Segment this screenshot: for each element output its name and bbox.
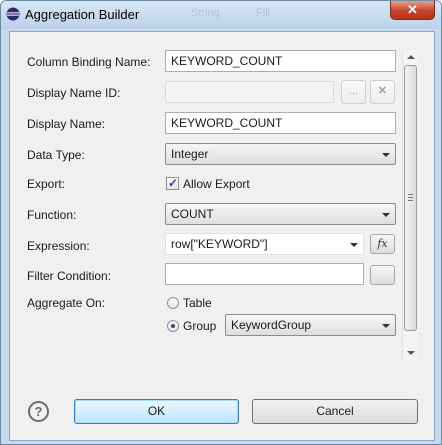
column-binding-name-label: Column Binding Name: (27, 55, 151, 69)
vertical-scrollbar[interactable] (402, 51, 418, 361)
close-button[interactable]: ✕ (390, 1, 435, 20)
aggregate-on-table-radio[interactable] (167, 297, 179, 309)
function-fx-icon: fx (377, 237, 388, 250)
chevron-down-icon (382, 153, 390, 157)
expression-label: Expression: (27, 239, 90, 253)
window-title: Aggregation Builder (25, 7, 140, 22)
cancel-button[interactable]: Cancel (252, 399, 418, 424)
expression-value: row["KEYWORD"] (171, 237, 268, 251)
function-label: Function: (27, 208, 77, 222)
filter-condition-input[interactable] (165, 263, 364, 285)
chevron-down-icon (382, 213, 390, 217)
display-name-input[interactable]: KEYWORD_COUNT (165, 112, 396, 134)
function-value: COUNT (171, 207, 214, 221)
data-type-value: Integer (171, 147, 209, 161)
scroll-thumb[interactable] (404, 65, 417, 331)
column-binding-name-input[interactable]: KEYWORD_COUNT (165, 50, 396, 72)
display-name-id-input[interactable] (165, 81, 334, 103)
group-select[interactable]: KeywordGroup (225, 314, 396, 336)
radio-selected-dot (171, 324, 175, 328)
aggregate-on-group-radio[interactable] (167, 320, 179, 332)
allow-export-label[interactable]: Allow Export (183, 177, 250, 191)
background-tab-label: String (191, 7, 220, 19)
scroll-down-icon[interactable] (407, 351, 415, 355)
export-label: Export: (27, 177, 66, 191)
eclipse-icon (6, 7, 20, 21)
ellipsis-icon: ... (348, 85, 359, 97)
aggregation-builder-dialog: Aggregation Builder String Fill ✕ Column… (0, 0, 442, 445)
grip-icon (408, 194, 413, 201)
ok-button[interactable]: OK (74, 399, 239, 424)
aggregate-on-group-label[interactable]: Group (183, 319, 216, 333)
scroll-up-icon[interactable] (407, 55, 415, 59)
function-select[interactable]: COUNT (165, 203, 396, 225)
help-icon[interactable]: ? (28, 401, 49, 422)
expression-combo[interactable]: row["KEYWORD"] (165, 233, 364, 255)
chevron-down-icon (350, 243, 358, 247)
clear-x-icon: ✕ (377, 85, 388, 97)
filter-condition-label: Filter Condition: (27, 269, 112, 283)
background-tab-label: Fill (256, 7, 271, 19)
data-type-label: Data Type: (27, 148, 85, 162)
data-type-select[interactable]: Integer (165, 143, 396, 165)
checkmark-icon: ✓ (168, 176, 179, 190)
expression-builder-button[interactable]: fx (370, 234, 395, 254)
aggregate-on-label: Aggregate On: (27, 296, 106, 310)
allow-export-checkbox[interactable]: ✓ (166, 176, 179, 190)
filter-condition-builder-button[interactable] (370, 265, 395, 285)
display-name-id-label: Display Name ID: (27, 86, 121, 100)
aggregate-on-table-label[interactable]: Table (183, 296, 212, 310)
browse-display-name-id-button[interactable]: ... (341, 80, 366, 104)
title-bar[interactable]: Aggregation Builder String Fill ✕ (1, 1, 441, 29)
chevron-down-icon (382, 324, 390, 328)
clear-display-name-id-button[interactable]: ✕ (370, 80, 395, 104)
group-value: KeywordGroup (231, 318, 312, 332)
display-name-label: Display Name: (27, 117, 106, 131)
